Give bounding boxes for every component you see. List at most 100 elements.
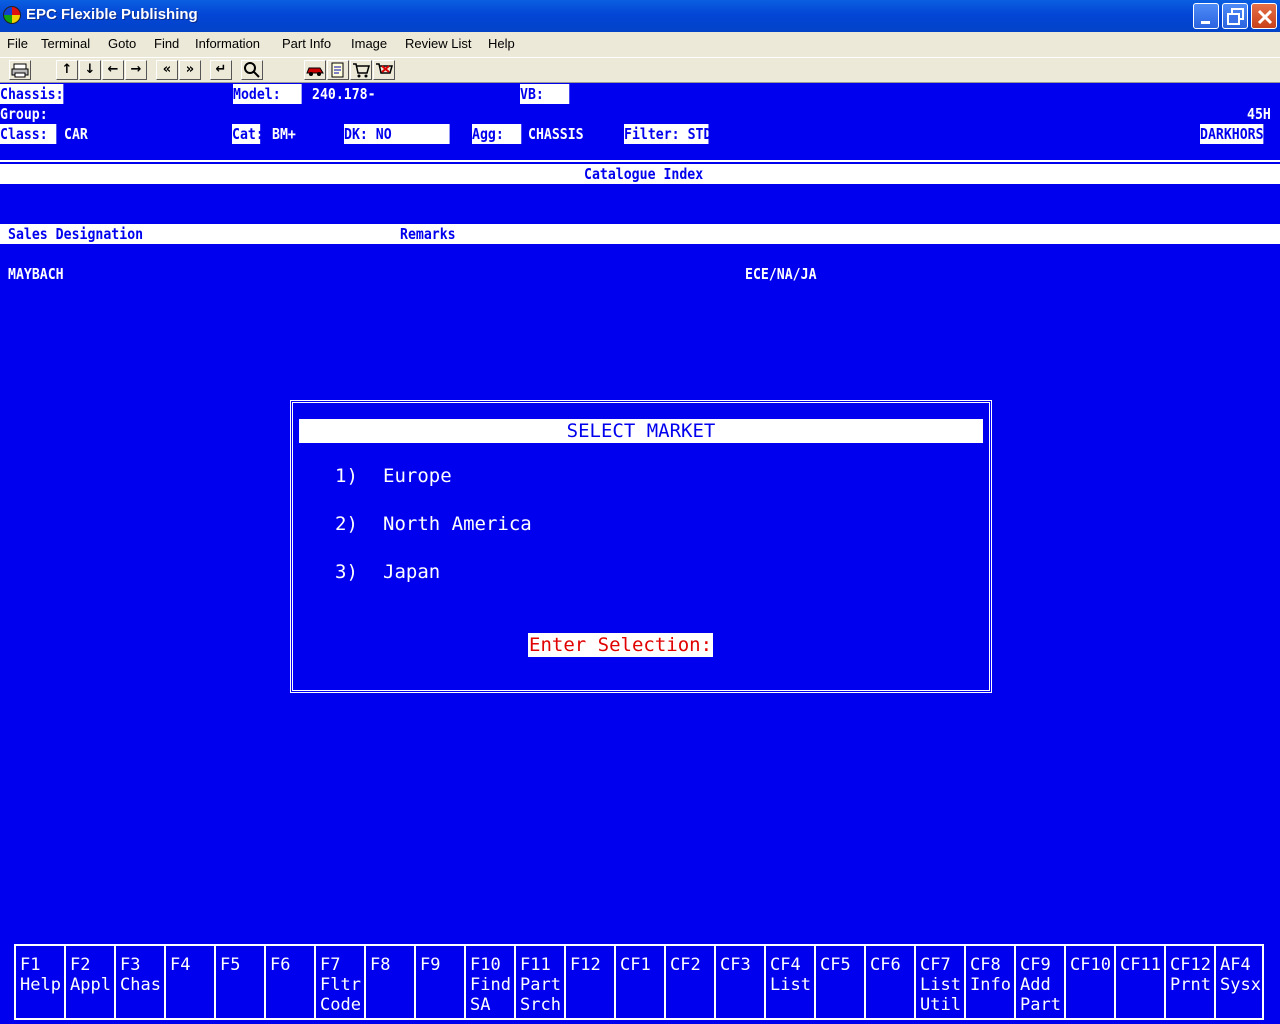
fkey-cf4[interactable]: CF4 List: [764, 944, 814, 1020]
model-value[interactable]: 240.178-: [312, 84, 376, 104]
arrow-right-icon[interactable]: →: [125, 60, 147, 80]
menu-help[interactable]: Help: [488, 36, 515, 51]
dialog-title: SELECT MARKET: [299, 419, 983, 443]
row-remarks: ECE/NA/JA: [745, 265, 817, 283]
toolbar: ↑ ↓ ← → « » ↵: [0, 57, 1280, 83]
fkey-cf1[interactable]: CF1: [614, 944, 664, 1020]
chassis-label: Chassis:: [0, 84, 64, 104]
fkey-label: Appl: [70, 975, 111, 995]
page-forward-icon[interactable]: »: [179, 60, 201, 80]
enter-icon[interactable]: ↵: [210, 60, 232, 80]
filter-field[interactable]: Filter: STD: [624, 124, 711, 144]
fkey-f5[interactable]: F5: [214, 944, 264, 1020]
fkey-cf3[interactable]: CF3: [714, 944, 764, 1020]
page-back-icon[interactable]: «: [156, 60, 178, 80]
fkey-cf5[interactable]: CF5: [814, 944, 864, 1020]
column-header-bar: Sales Designation Remarks: [0, 224, 1280, 244]
fkey-label: Fltr Code: [320, 975, 361, 1015]
fkey-label: Sysx: [1220, 975, 1261, 995]
menu-review-list[interactable]: Review List: [405, 36, 471, 51]
menu-image[interactable]: Image: [351, 36, 387, 51]
fkey-label: Part Srch: [520, 975, 561, 1015]
notepad-icon[interactable]: [327, 60, 349, 80]
fkey-key: F2: [70, 955, 91, 975]
row-sales-designation[interactable]: MAYBACH: [8, 264, 64, 284]
title-bar: EPC Flexible Publishing: [0, 0, 1280, 32]
arrow-up-icon[interactable]: ↑: [56, 60, 78, 80]
fkey-key: F1: [20, 955, 41, 975]
dk-field[interactable]: DK: NO: [344, 124, 450, 144]
selection-prompt[interactable]: Enter Selection:: [528, 633, 714, 657]
cart-remove-icon[interactable]: [373, 60, 395, 80]
menu-find[interactable]: Find: [154, 36, 179, 51]
fkey-cf10[interactable]: CF10: [1064, 944, 1114, 1020]
option-number-1: 1): [335, 465, 358, 487]
cat-value[interactable]: BM+: [272, 124, 296, 144]
fkey-cf11[interactable]: CF11: [1114, 944, 1164, 1020]
fkey-f12[interactable]: F12: [564, 944, 614, 1020]
fkey-key: CF2: [670, 955, 701, 975]
cart-icon[interactable]: [350, 60, 372, 80]
car-icon[interactable]: [304, 60, 326, 80]
fkey-key: F3: [120, 955, 141, 975]
fkey-key: CF4: [770, 955, 801, 975]
menu-goto[interactable]: Goto: [108, 36, 136, 51]
cat-label: Cat:: [232, 124, 264, 144]
class-value[interactable]: CAR: [64, 124, 88, 144]
terminal-screen: Chassis: Model: 240.178- VB: Group: 45H …: [0, 84, 1280, 944]
fkey-key: F11: [520, 955, 551, 975]
arrow-down-icon[interactable]: ↓: [79, 60, 101, 80]
fkey-label: Prnt: [1170, 975, 1211, 995]
fkey-key: CF5: [820, 955, 851, 975]
vb-label: VB:: [520, 84, 570, 104]
fkey-f11[interactable]: F11 Part Srch: [514, 944, 564, 1020]
fkey-key: F8: [370, 955, 391, 975]
menu-information[interactable]: Information: [195, 36, 260, 51]
fkey-label: Add Part: [1020, 975, 1061, 1015]
menu-terminal[interactable]: Terminal: [41, 36, 90, 51]
menu-part-info[interactable]: Part Info: [282, 36, 331, 51]
fkey-key: CF9: [1020, 955, 1051, 975]
agg-value[interactable]: CHASSIS: [528, 124, 584, 144]
fkey-cf9[interactable]: CF9 Add Part: [1014, 944, 1064, 1020]
fkey-key: F4: [170, 955, 191, 975]
fkey-label: Info: [970, 975, 1011, 995]
option-number-3: 3): [335, 561, 358, 583]
fkey-key: F7: [320, 955, 341, 975]
fkey-f8[interactable]: F8: [364, 944, 414, 1020]
fkey-f3[interactable]: F3 Chas: [114, 944, 164, 1020]
fkey-key: F12: [570, 955, 601, 975]
fkey-f4[interactable]: F4: [164, 944, 214, 1020]
fkey-cf2[interactable]: CF2: [664, 944, 714, 1020]
arrow-left-icon[interactable]: ←: [102, 60, 124, 80]
close-button[interactable]: [1251, 3, 1277, 29]
fkey-af4[interactable]: AF4 Sysx: [1214, 944, 1264, 1020]
menu-file[interactable]: File: [7, 36, 28, 51]
search-icon[interactable]: [241, 60, 263, 80]
fkey-cf6[interactable]: CF6: [864, 944, 914, 1020]
printer-icon[interactable]: [9, 60, 31, 80]
fkey-f2[interactable]: F2 Appl: [64, 944, 114, 1020]
option-north-america[interactable]: North America: [383, 513, 532, 535]
fkey-key: CF11: [1120, 955, 1161, 975]
fkey-f6[interactable]: F6: [264, 944, 314, 1020]
option-europe[interactable]: Europe: [383, 465, 452, 487]
fkey-key: CF12: [1170, 955, 1211, 975]
group-label: Group:: [0, 105, 48, 123]
fkey-cf12[interactable]: CF12 Prnt: [1164, 944, 1214, 1020]
class-label: Class:: [0, 124, 57, 144]
minimize-button[interactable]: [1193, 3, 1219, 29]
close-icon: [1257, 9, 1273, 25]
fkey-cf8[interactable]: CF8 Info: [964, 944, 1014, 1020]
fkey-key: F5: [220, 955, 241, 975]
fkey-cf7[interactable]: CF7 List Util: [914, 944, 964, 1020]
fkey-f1[interactable]: F1 Help: [14, 944, 64, 1020]
option-japan[interactable]: Japan: [383, 561, 440, 583]
model-label: Model:: [233, 84, 302, 104]
fkey-f9[interactable]: F9: [414, 944, 464, 1020]
restore-icon: [1227, 8, 1244, 25]
select-market-dialog: SELECT MARKET 1) Europe 2) North America…: [290, 400, 992, 693]
maximize-button[interactable]: [1222, 3, 1248, 29]
fkey-f10[interactable]: F10 Find SA: [464, 944, 514, 1020]
fkey-f7[interactable]: F7 Fltr Code: [314, 944, 364, 1020]
